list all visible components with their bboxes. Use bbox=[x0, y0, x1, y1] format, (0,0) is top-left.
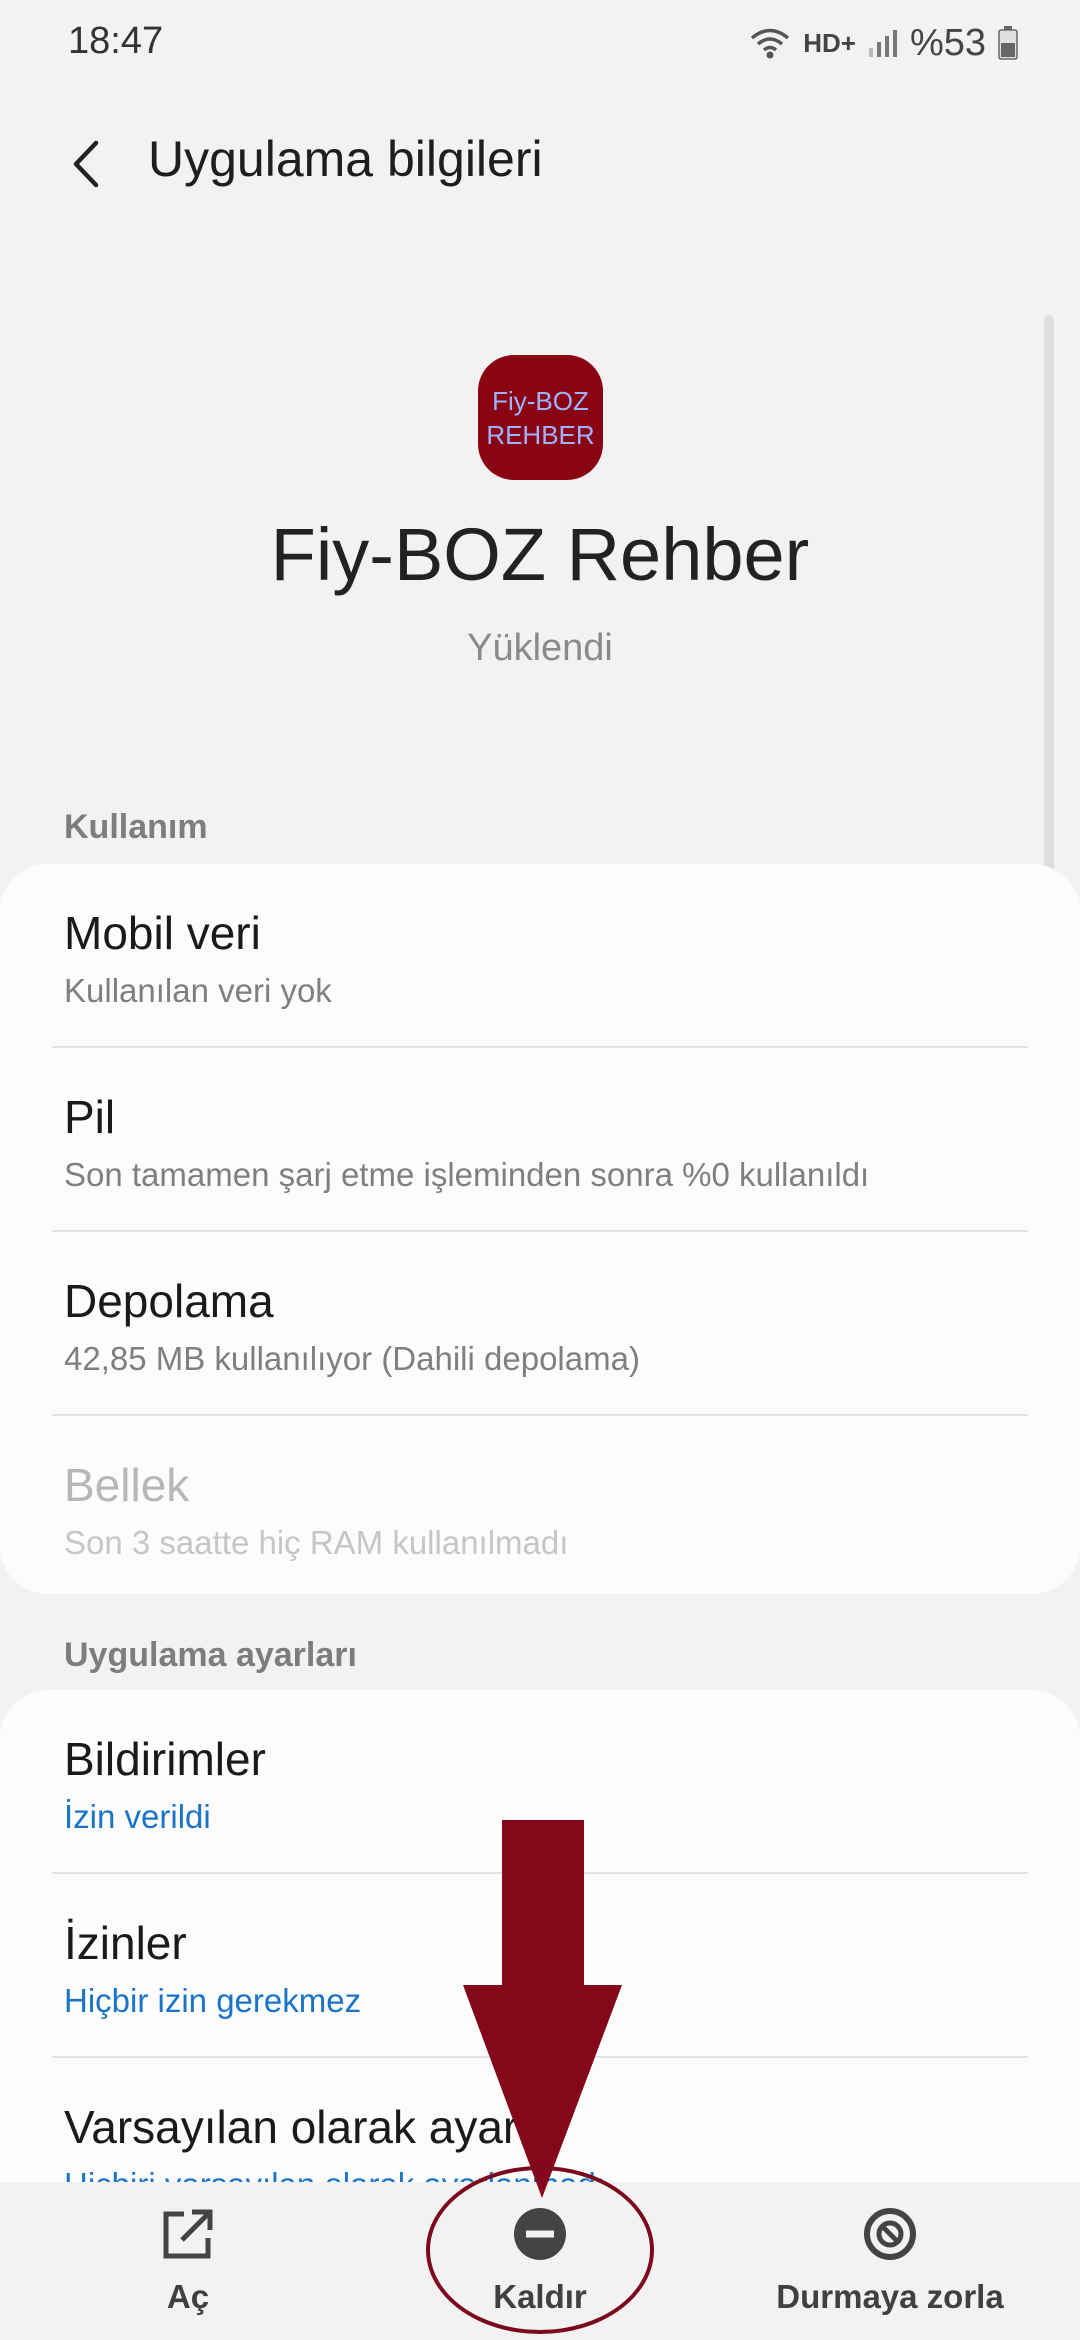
app-name: Fiy-BOZ Rehber bbox=[270, 513, 810, 596]
row-subtitle: Son tamamen şarj etme işleminden sonra %… bbox=[64, 1156, 870, 1193]
back-arrow-icon bbox=[73, 140, 99, 188]
row-storage[interactable]: Depolama 42,85 MB kullanılıyor (Dahili d… bbox=[0, 1232, 1080, 1414]
status-time: 18:47 bbox=[68, 20, 164, 62]
app-install-status: Yüklendi bbox=[467, 627, 613, 669]
app-icon-label-line1: Fiy-BOZ bbox=[492, 385, 589, 416]
row-subtitle: Hiçbir izin gerekmez bbox=[64, 1982, 362, 2019]
back-button[interactable] bbox=[60, 134, 110, 194]
block-icon bbox=[860, 2204, 920, 2264]
open-button[interactable]: Aç bbox=[88, 2182, 288, 2340]
section-title-usage: Kullanım bbox=[64, 808, 208, 846]
status-icons: HD+ %53 bbox=[749, 18, 1018, 68]
status-bar: 18:47 HD+ %53 bbox=[0, 0, 1080, 90]
app-icon: Fiy-BOZ REHBER bbox=[478, 355, 603, 480]
row-mobile-data[interactable]: Mobil veri Kullanılan veri yok bbox=[0, 864, 1080, 1046]
battery-icon bbox=[998, 26, 1018, 60]
signal-icon bbox=[868, 30, 897, 57]
wifi-icon bbox=[751, 28, 790, 59]
page-title: Uygulama bilgileri bbox=[148, 131, 543, 187]
app-bar: Uygulama bilgileri bbox=[0, 110, 1080, 210]
open-external-icon bbox=[158, 2204, 218, 2264]
row-subtitle: Kullanılan veri yok bbox=[64, 972, 332, 1009]
row-title: Mobil veri bbox=[64, 907, 261, 959]
highlight-circle-annotation bbox=[426, 2166, 654, 2334]
usage-card: Mobil veri Kullanılan veri yok Pil Son t… bbox=[0, 864, 1080, 1594]
force-stop-button-label: Durmaya zorla bbox=[776, 2278, 1004, 2315]
battery-level: %53 bbox=[909, 21, 986, 64]
row-subtitle: 42,85 MB kullanılıyor (Dahili depolama) bbox=[64, 1340, 640, 1377]
open-button-label: Aç bbox=[166, 2278, 210, 2315]
row-memory: Bellek Son 3 saatte hiç RAM kullanılmadı bbox=[0, 1416, 1080, 1594]
row-title: İzinler bbox=[64, 1917, 187, 1969]
row-title: Bildirimler bbox=[64, 1733, 266, 1785]
force-stop-button[interactable]: Durmaya zorla bbox=[760, 2182, 1020, 2340]
section-title-app-settings: Uygulama ayarları bbox=[64, 1636, 357, 1674]
network-type-label: HD+ bbox=[803, 27, 856, 58]
row-subtitle: Son 3 saatte hiç RAM kullanılmadı bbox=[64, 1524, 569, 1561]
row-title: Pil bbox=[64, 1091, 116, 1143]
row-subtitle: İzin verildi bbox=[64, 1798, 211, 1835]
app-icon-label-line2: REHBER bbox=[486, 419, 595, 450]
down-arrow-annotation-icon bbox=[463, 1820, 622, 2198]
row-battery[interactable]: Pil Son tamamen şarj etme işleminden son… bbox=[0, 1048, 1080, 1230]
row-title: Depolama bbox=[64, 1275, 274, 1327]
row-title: Bellek bbox=[64, 1459, 190, 1511]
